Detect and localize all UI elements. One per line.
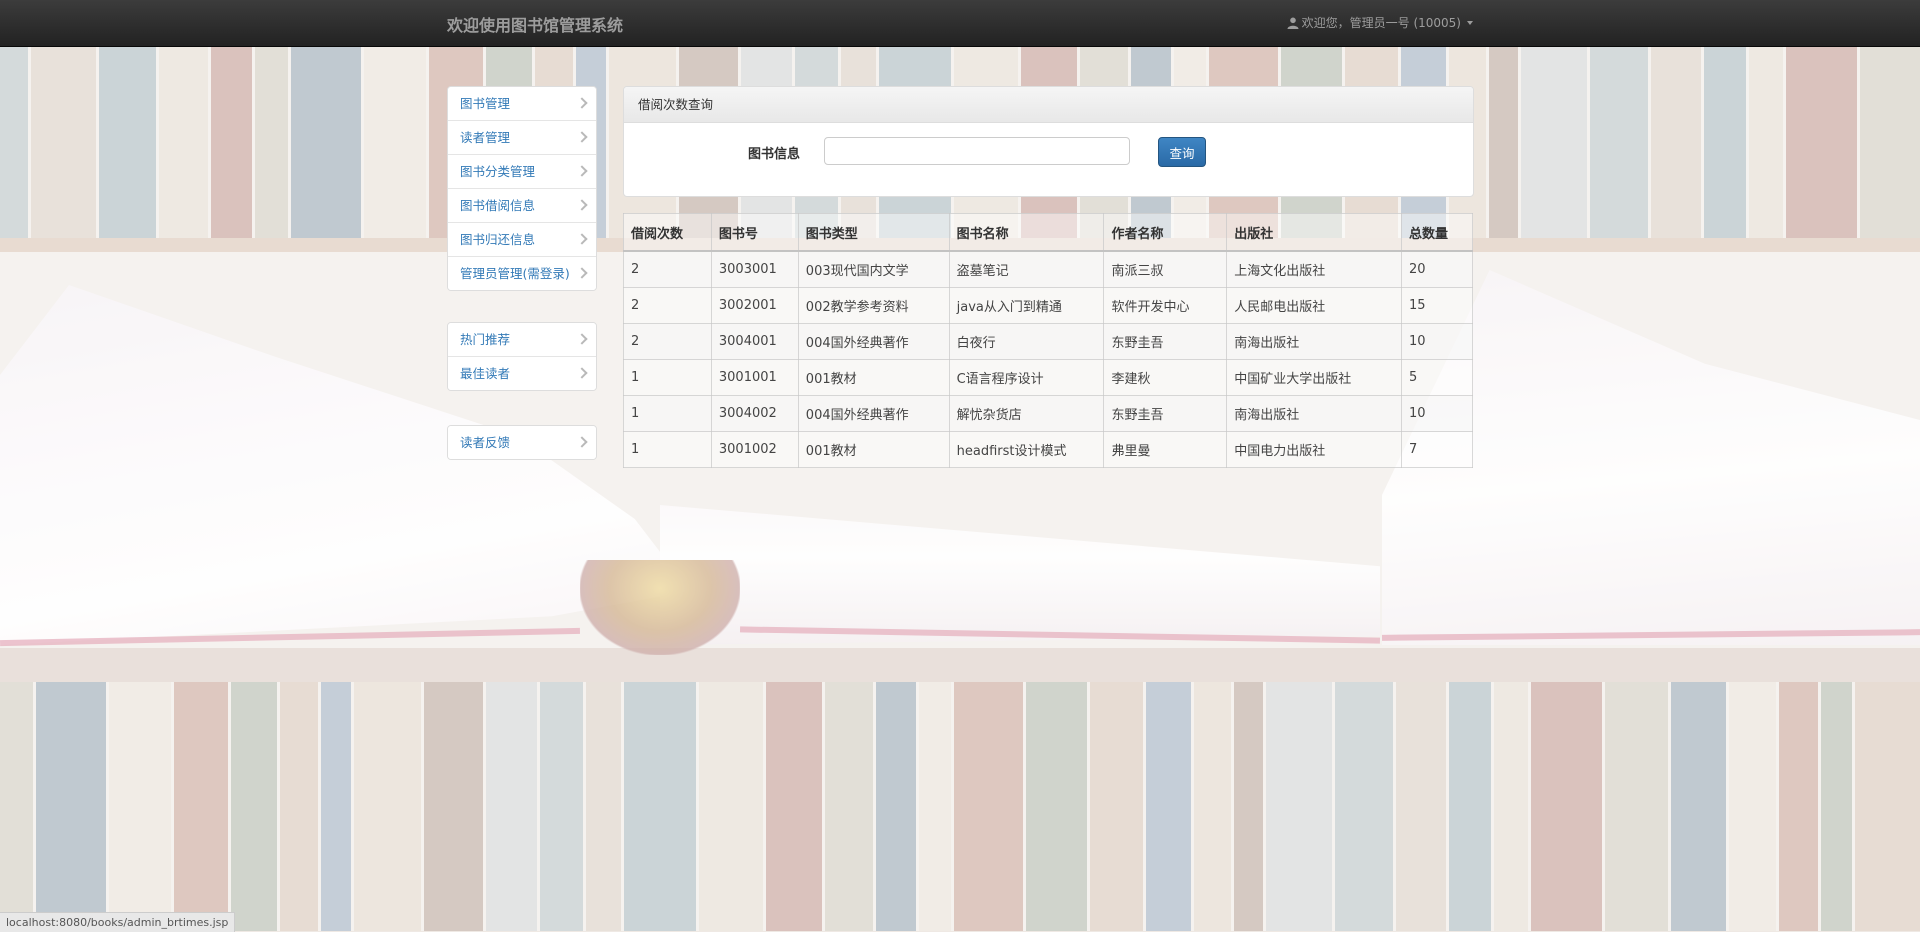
table-cell: 2 [623, 323, 712, 360]
sidebar-item-label: 读者管理 [460, 130, 511, 145]
table-cell: 解忧杂货店 [948, 395, 1105, 432]
chevron-right-icon [576, 267, 588, 279]
borrow-count-table: 借阅次数 图书号 图书类型 图书名称 作者名称 出版社 总数量 2 3003001… [623, 213, 1473, 468]
sidebar-group-management: 图书管理 读者管理 图书分类管理 图书借阅信息 图书归还信息 管理员管理(需登录… [447, 86, 597, 291]
table-cell: 3003001 [710, 250, 799, 288]
sidebar-item-label: 图书分类管理 [460, 164, 536, 179]
sidebar-item-admin-management[interactable]: 管理员管理(需登录) [448, 257, 596, 290]
table-cell: 5 [1401, 359, 1473, 396]
sidebar-item-label: 图书归还信息 [460, 232, 536, 247]
sidebar-item-return-info[interactable]: 图书归还信息 [448, 223, 596, 257]
table-cell: 弗里曼 [1103, 431, 1228, 468]
sidebar-group-recommend: 热门推荐 最佳读者 [447, 322, 597, 391]
table-cell: 001教材 [797, 431, 950, 468]
table-cell: 10 [1401, 395, 1473, 432]
table-cell: 上海文化出版社 [1226, 250, 1403, 288]
sidebar-item-label: 读者反馈 [460, 435, 511, 450]
table-cell: 2 [623, 287, 712, 324]
table-cell: 15 [1401, 287, 1473, 324]
chevron-right-icon [576, 199, 588, 211]
column-header[interactable]: 作者名称 [1103, 213, 1228, 252]
table-cell: 3004002 [710, 395, 799, 432]
table-cell: 中国电力出版社 [1226, 431, 1403, 468]
table-cell: 3001002 [710, 431, 799, 468]
book-info-input[interactable] [824, 137, 1130, 165]
column-header[interactable]: 图书名称 [948, 213, 1105, 252]
sidebar-item-category-management[interactable]: 图书分类管理 [448, 155, 596, 189]
table-row[interactable]: 1 3001002 001教材 headfirst设计模式 弗里曼 中国电力出版社 7 [623, 431, 1473, 468]
table-cell: 004国外经典著作 [797, 323, 950, 360]
sidebar-item-reader-feedback[interactable]: 读者反馈 [448, 426, 596, 459]
table-cell: 20 [1401, 250, 1473, 288]
column-header[interactable]: 借阅次数 [623, 213, 712, 252]
book-info-label: 图书信息 [748, 147, 801, 162]
user-icon [1287, 17, 1299, 29]
table-cell: 软件开发中心 [1103, 287, 1228, 324]
table-cell: 李建秋 [1103, 359, 1228, 396]
table-cell: 7 [1401, 431, 1473, 468]
sidebar-item-label: 图书借阅信息 [460, 198, 536, 213]
chevron-right-icon [576, 131, 588, 143]
table-cell: 1 [623, 359, 712, 396]
sidebar-item-borrow-info[interactable]: 图书借阅信息 [448, 189, 596, 223]
table-cell: 盗墓笔记 [948, 250, 1105, 288]
chevron-right-icon [576, 165, 588, 177]
query-button[interactable]: 查询 [1158, 137, 1206, 167]
sidebar-item-best-readers[interactable]: 最佳读者 [448, 357, 596, 390]
table-row[interactable]: 1 3004002 004国外经典著作 解忧杂货店 东野圭吾 南海出版社 10 [623, 395, 1473, 432]
brand-title[interactable]: 欢迎使用图书馆管理系统 [447, 12, 623, 36]
table-cell: 人民邮电出版社 [1226, 287, 1403, 324]
table-cell: 南派三叔 [1103, 250, 1228, 288]
chevron-right-icon [576, 233, 588, 245]
column-header[interactable]: 图书号 [710, 213, 799, 252]
table-row[interactable]: 1 3001001 001教材 C语言程序设计 李建秋 中国矿业大学出版社 5 [623, 359, 1473, 396]
table-cell: 10 [1401, 323, 1473, 360]
table-cell: 1 [623, 395, 712, 432]
table-cell: headfirst设计模式 [948, 431, 1105, 468]
chevron-right-icon [576, 367, 588, 379]
table-cell: C语言程序设计 [948, 359, 1105, 396]
table-cell: 东野圭吾 [1103, 323, 1228, 360]
chevron-right-icon [576, 333, 588, 345]
table-cell: 1 [623, 431, 712, 468]
table-cell: java从入门到精通 [948, 287, 1105, 324]
sidebar-item-label: 管理员管理(需登录) [460, 266, 570, 281]
table-cell: 003现代国内文学 [797, 250, 950, 288]
sidebar-item-label: 图书管理 [460, 96, 511, 111]
query-panel: 借阅次数查询 图书信息 查询 [623, 86, 1474, 197]
table-cell: 南海出版社 [1226, 323, 1403, 360]
panel-heading: 借阅次数查询 [624, 87, 1473, 123]
table-cell: 002教学参考资料 [797, 287, 950, 324]
chevron-right-icon [576, 97, 588, 109]
browser-status-bar: localhost:8080/books/admin_brtimes.jsp [0, 912, 236, 932]
sidebar-group-feedback: 读者反馈 [447, 425, 597, 460]
column-header[interactable]: 出版社 [1226, 213, 1403, 252]
column-header[interactable]: 总数量 [1401, 213, 1473, 252]
table-cell: 东野圭吾 [1103, 395, 1228, 432]
table-cell: 中国矿业大学出版社 [1226, 359, 1403, 396]
table-cell: 2 [623, 250, 712, 288]
table-header-row: 借阅次数 图书号 图书类型 图书名称 作者名称 出版社 总数量 [623, 213, 1473, 252]
user-menu-label: 欢迎您，管理员一号 (10005) [1301, 16, 1461, 30]
chevron-right-icon [576, 436, 588, 448]
sidebar-item-label: 最佳读者 [460, 366, 511, 381]
table-row[interactable]: 2 3002001 002教学参考资料 java从入门到精通 软件开发中心 人民邮电出版社… [623, 287, 1473, 324]
table-cell: 南海出版社 [1226, 395, 1403, 432]
table-cell: 3001001 [710, 359, 799, 396]
table-cell: 3004001 [710, 323, 799, 360]
sidebar-item-label: 热门推荐 [460, 332, 511, 347]
table-cell: 004国外经典著作 [797, 395, 950, 432]
table-cell: 3002001 [710, 287, 799, 324]
sidebar-item-hot-recommend[interactable]: 热门推荐 [448, 323, 596, 357]
top-navbar: 欢迎使用图书馆管理系统 欢迎您，管理员一号 (10005) [0, 0, 1920, 47]
column-header[interactable]: 图书类型 [797, 213, 950, 252]
sidebar-item-reader-management[interactable]: 读者管理 [448, 121, 596, 155]
table-row[interactable]: 2 3004001 004国外经典著作 白夜行 东野圭吾 南海出版社 10 [623, 323, 1473, 360]
sidebar-item-book-management[interactable]: 图书管理 [448, 87, 596, 121]
table-cell: 白夜行 [948, 323, 1105, 360]
caret-down-icon [1467, 20, 1473, 25]
table-cell: 001教材 [797, 359, 950, 396]
table-row[interactable]: 2 3003001 003现代国内文学 盗墓笔记 南派三叔 上海文化出版社 20 [623, 250, 1473, 288]
user-menu[interactable]: 欢迎您，管理员一号 (10005) [1287, 14, 1473, 31]
